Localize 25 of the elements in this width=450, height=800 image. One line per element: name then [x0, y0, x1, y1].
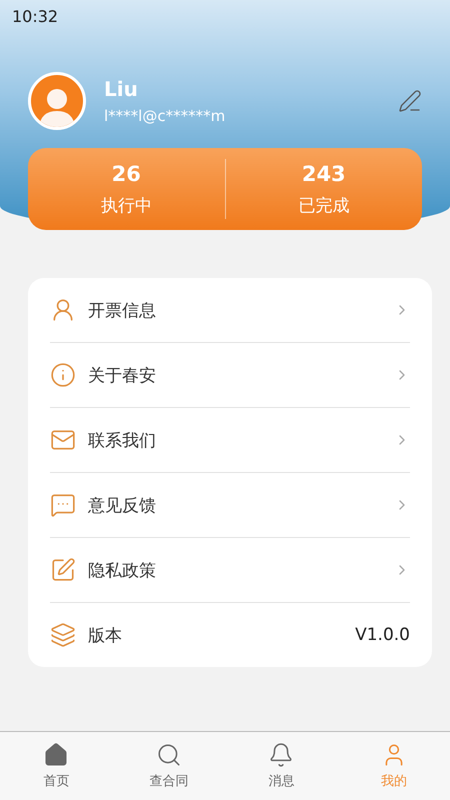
- menu-item[interactable]: 版本: [88, 624, 344, 646]
- layers-icon: [50, 622, 76, 648]
- tab-item[interactable]: 首页: [0, 732, 112, 800]
- menu-item[interactable]: 关于春安: [88, 364, 382, 386]
- stat-value: 243: [302, 162, 346, 186]
- edit-icon: [50, 557, 76, 583]
- info-icon: [50, 362, 76, 388]
- menu-item[interactable]: 联系我们: [88, 428, 382, 452]
- tab-item[interactable]: 查合同: [112, 732, 225, 800]
- home-icon: [43, 742, 70, 768]
- version-value: V1.0.0: [355, 625, 410, 645]
- bell-icon: [268, 742, 294, 768]
- menu-item[interactable]: 开票信息: [88, 298, 382, 322]
- stat-label: 已完成: [298, 194, 350, 216]
- chat-icon: [50, 492, 76, 518]
- stat-value: 26: [112, 162, 141, 186]
- user-name: Liu: [104, 77, 139, 101]
- tab-item[interactable]: 消息: [225, 732, 338, 800]
- user-account: l****l@c******m: [104, 107, 226, 125]
- stat-label: 执行中: [100, 194, 152, 216]
- search-icon: [156, 742, 182, 768]
- status-time: 10:32: [12, 7, 60, 26]
- edit-button[interactable]: [398, 89, 422, 113]
- menu-item[interactable]: 意见反馈: [88, 494, 382, 516]
- menu-item[interactable]: 隐私政策: [88, 558, 382, 582]
